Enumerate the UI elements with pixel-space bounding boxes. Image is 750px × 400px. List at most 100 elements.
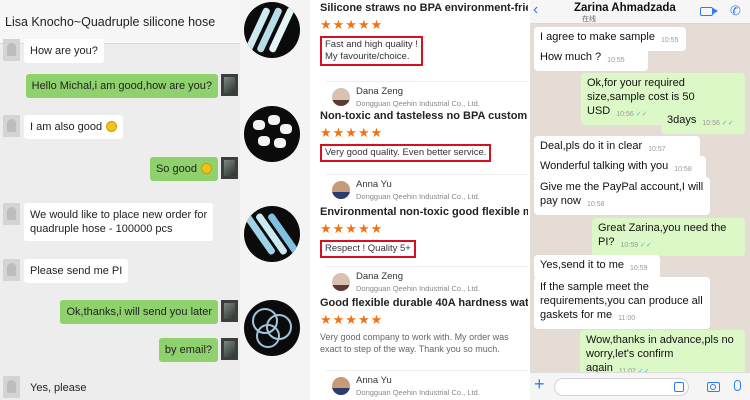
qq-message: Yes, please: [0, 376, 240, 400]
seller-avatar: [332, 181, 350, 199]
message-time: 10:58: [586, 201, 605, 208]
qq-message: So good: [0, 157, 240, 181]
contact-avatar[interactable]: [3, 376, 20, 398]
message-line: We would like to place new order for: [30, 209, 208, 221]
qq-message: Hello Michal,i am good,how are you?: [0, 74, 240, 98]
seller-card: Dana Zeng Dongguan Qeehin Industrial Co.…: [326, 266, 528, 296]
message-text: Wow,thanks in advance,pls no worry,let's…: [586, 334, 734, 374]
self-avatar[interactable]: [221, 300, 238, 322]
highlighted-review: Very good quality. Even better service.: [320, 144, 492, 162]
message-time: 10:59: [620, 242, 639, 249]
message-time: 10:55: [607, 57, 625, 64]
outgoing-message: 3days 10:56 ✓✓: [661, 110, 745, 134]
message-bubble: Yes, please: [30, 382, 87, 394]
online-status: 在线: [582, 16, 596, 23]
review-product-title[interactable]: Non-toxic and tasteless no BPA customize…: [320, 110, 528, 123]
cap-shape: [253, 120, 265, 130]
plus-icon[interactable]: +: [534, 374, 545, 395]
seller-name: Dana Zeng: [356, 271, 404, 282]
product-thumbnail-straws[interactable]: [244, 2, 300, 58]
read-receipt-icon: ✓✓: [721, 120, 734, 127]
contact-avatar[interactable]: [3, 203, 20, 225]
review-text: Very good company to work with. My order…: [320, 332, 509, 354]
message-text: I am also good: [30, 121, 103, 133]
message-time: 10:56: [616, 111, 634, 118]
qq-chat-title: Lisa Knocho~Quadruple silicone hose: [5, 14, 216, 29]
review-product-title[interactable]: Good flexible durable 40A hardness water…: [320, 297, 528, 310]
message-bubble: Ok,thanks,i will send you later: [60, 300, 218, 324]
self-avatar[interactable]: [221, 157, 238, 179]
self-avatar[interactable]: [221, 338, 238, 360]
message-bubble: Please send me PI: [24, 259, 129, 283]
contact-name[interactable]: Zarina Ahmadzada: [574, 2, 676, 14]
seller-company: Dongguan Qeehin Industrial Co., Ltd.: [356, 192, 480, 201]
incoming-message: How much ? 10:55: [534, 47, 648, 71]
product-thumbnail-column: [240, 0, 310, 400]
phone-call-icon[interactable]: ✆: [730, 3, 741, 19]
message-input[interactable]: [554, 378, 689, 396]
seller-card: Dana Zeng Dongguan Qeehin Industrial Co.…: [326, 81, 528, 111]
message-text: Give me the PayPal account,I will pay no…: [540, 181, 704, 207]
message-bubble: I am also good: [24, 115, 124, 139]
product-thumbnail-rings[interactable]: [244, 300, 300, 356]
message-text: So good: [155, 163, 197, 175]
message-text: Deal,pls do it in clear: [540, 140, 643, 152]
seller-avatar: [332, 273, 350, 291]
microphone-icon[interactable]: [734, 380, 741, 391]
message-bubble: Hello Michal,i am good,how are you?: [25, 74, 218, 98]
seller-card: Anna Yu Dongguan Qeehin Industrial Co., …: [326, 370, 528, 400]
message-time: 11:00: [618, 315, 636, 322]
camera-icon[interactable]: [707, 382, 720, 392]
message-time: 10:58: [674, 166, 692, 173]
incoming-message: If the sample meet the requirements,you …: [534, 277, 710, 329]
self-avatar[interactable]: [221, 74, 238, 96]
contact-avatar[interactable]: [3, 115, 20, 137]
message-bubble: So good: [149, 157, 218, 181]
incoming-message: Give me the PayPal account,I will pay no…: [534, 177, 710, 215]
smile-emoji-icon: [201, 163, 212, 174]
cap-shape: [280, 124, 292, 134]
review-text: Fast and high quality !: [325, 39, 418, 50]
qq-message-list[interactable]: How are you? Hello Michal,i am good,how …: [0, 39, 240, 400]
message-time: 10:55: [660, 37, 679, 44]
qq-message: How are you?: [0, 39, 240, 63]
message-text: Wonderful talking with you: [540, 160, 669, 172]
qq-chat-panel: Lisa Knocho~Quadruple silicone hose How …: [0, 0, 240, 400]
message-time: 10:59: [629, 265, 648, 272]
seller-company: Dongguan Qeehin Industrial Co., Ltd.: [356, 388, 480, 397]
message-text: How much ?: [540, 51, 602, 63]
review-product-title[interactable]: Environmental non-toxic good flexible me…: [320, 206, 528, 219]
review-product-title[interactable]: Silicone straws no BPA environment-frien…: [320, 2, 528, 15]
seller-card: Anna Yu Dongguan Qeehin Industrial Co., …: [326, 174, 528, 204]
cap-shape: [268, 115, 280, 125]
qq-message: Ok,thanks,i will send you later: [0, 300, 240, 324]
outgoing-message: Great Zarina,you need the PI? 10:59 ✓✓: [592, 218, 745, 256]
message-text: I agree to make sample: [540, 31, 655, 43]
contact-avatar[interactable]: [3, 39, 20, 61]
review-stars: ★★★★★: [320, 17, 384, 32]
qq-message: We would like to place new order for qua…: [0, 203, 240, 243]
seller-company: Dongguan Qeehin Industrial Co., Ltd.: [356, 284, 480, 293]
whatsapp-panel: ‹ Zarina Ahmadzada 在线 ✆ I agree to make …: [530, 0, 750, 400]
product-thumbnail-caps[interactable]: [244, 106, 300, 162]
ring-shape: [256, 324, 280, 348]
video-call-icon[interactable]: [700, 7, 718, 16]
review-card: Good flexible durable 40A hardness water…: [320, 297, 528, 355]
cap-shape: [274, 138, 286, 148]
contact-avatar[interactable]: [3, 259, 20, 281]
read-receipt-icon: ✓✓: [640, 242, 652, 249]
sticker-icon[interactable]: [674, 382, 684, 392]
message-compose-bar: +: [530, 372, 750, 400]
review-stars: ★★★★★: [320, 125, 384, 140]
message-time: 10:56: [702, 120, 720, 127]
message-time: 10:57: [648, 146, 666, 153]
message-text: Yes,send it to me: [540, 259, 624, 271]
product-thumbnail-tubes[interactable]: [244, 206, 300, 262]
back-chevron-icon[interactable]: ‹: [533, 1, 538, 19]
review-card: Non-toxic and tasteless no BPA customize…: [320, 110, 528, 162]
message-bubble: How are you?: [24, 39, 104, 63]
seller-avatar: [332, 377, 350, 395]
whatsapp-header: ‹ Zarina Ahmadzada 在线 ✆: [530, 0, 750, 24]
cap-shape: [258, 136, 270, 146]
review-card: Silicone straws no BPA environment-frien…: [320, 2, 528, 66]
